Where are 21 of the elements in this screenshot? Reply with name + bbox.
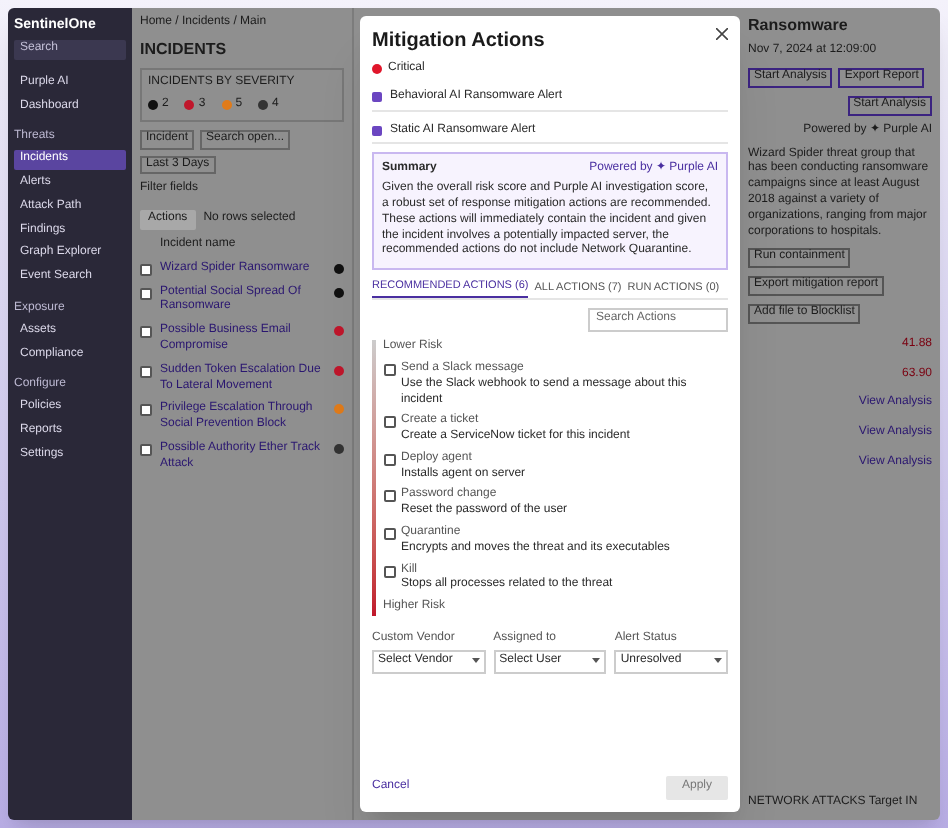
checkbox[interactable]	[140, 326, 152, 339]
caret-icon	[471, 658, 480, 665]
checkbox[interactable]	[140, 365, 152, 378]
checkbox[interactable]	[383, 490, 395, 503]
checkbox[interactable]	[383, 416, 395, 429]
modal-title: Mitigation Actions	[372, 28, 545, 54]
checkbox[interactable]	[140, 287, 152, 300]
checkbox[interactable]	[140, 443, 152, 456]
close-icon[interactable]	[716, 28, 728, 40]
checkbox[interactable]	[140, 404, 152, 417]
alert-icon	[372, 125, 382, 136]
caret-icon	[592, 658, 601, 665]
alert-icon	[372, 92, 382, 103]
checkbox[interactable]	[383, 363, 395, 376]
caret-icon	[714, 658, 722, 665]
page-title: INCIDENTS	[140, 39, 227, 61]
detail-title: Ransomware	[748, 16, 848, 37]
checkbox[interactable]	[383, 565, 395, 578]
checkbox[interactable]	[140, 263, 152, 276]
checkbox[interactable]	[383, 528, 395, 541]
checkbox[interactable]	[383, 453, 395, 466]
